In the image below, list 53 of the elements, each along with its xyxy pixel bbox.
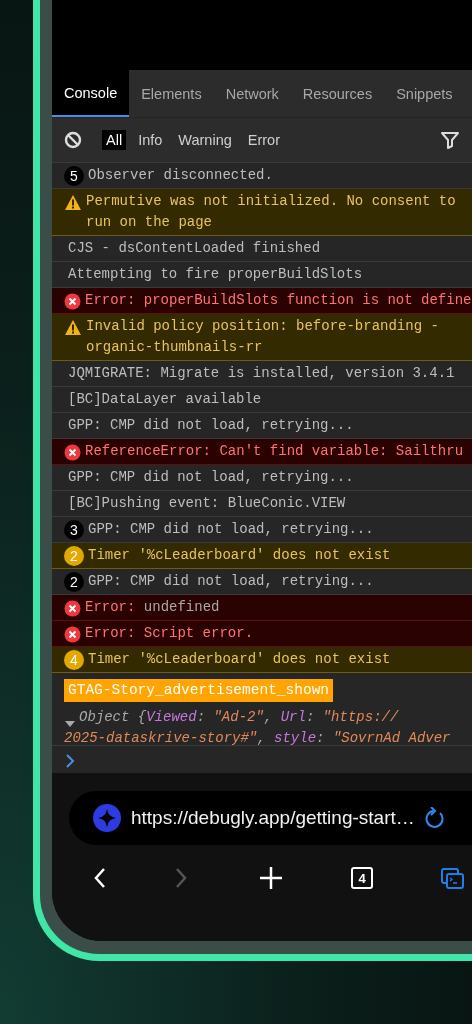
message-text: GPP: CMP did not load, retrying... [68,416,354,435]
address-bar[interactable]: https://debugly.app/getting-start… [69,791,472,845]
message-text: GPP: CMP did not load, retrying... [88,520,374,539]
plus-icon[interactable] [260,867,282,889]
filter-option[interactable]: Info [134,130,167,150]
prompt-chevron-icon [65,753,75,769]
message-text: CJS - dsContentLoaded finished [68,239,321,258]
error-icon [64,444,81,461]
devtools-tab[interactable]: Console [52,70,130,117]
error-icon [64,293,81,310]
error-icon [64,600,81,617]
message-text: GPP: CMP did not load, retrying... [68,468,354,487]
message-text: [BC]Pushing event: BlueConic.VIEW [68,494,346,513]
message-text: Timer '%cLeaderboard' does not exist [88,546,392,565]
back-icon[interactable] [93,867,107,889]
terminal-windows-icon[interactable] [440,867,464,889]
message-text: [BC]DataLayer available [68,390,262,409]
count-badge: 2 [64,546,84,566]
count-badge: 2 [64,572,84,592]
reload-icon[interactable] [424,807,445,829]
devtools-tab[interactable]: Snippets [384,70,465,117]
count-badge: 3 [64,520,84,540]
filter-option[interactable]: Warning [174,130,236,150]
message-text: Invalid policy position: before-branding - organic-thumbnails-rr [86,317,440,357]
filter-icon[interactable] [441,130,459,150]
message-text: Observer disconnected. [88,166,273,185]
message-text: Attempting to fire properBuildSlots [68,265,363,284]
warning-icon [64,194,82,211]
devtools-tab[interactable]: Elements [129,70,214,117]
disclosure-triangle-icon[interactable] [64,720,76,728]
devtools-tab[interactable]: Resources [290,70,385,117]
count-badge: 5 [64,166,84,186]
tabs-button[interactable]: 4 [330,856,394,900]
message-text: Error: undefined [85,598,220,617]
message-text: GPP: CMP did not load, retrying... [88,572,374,591]
object-preview-line: 2025-dataskrive-story#", style: "SovrnAd Adver [64,729,451,748]
message-text: Timer '%cLeaderboard' does not exist [88,650,392,669]
warning-icon [64,319,82,336]
message-text: ReferenceError: Can't find variable: Sailthru [85,442,464,461]
clear-console-icon[interactable] [64,131,82,149]
error-icon [64,626,81,643]
url-text: https://debugly.app/getting-start… [131,807,415,829]
count-badge: 4 [64,650,84,670]
message-text: Error: properBuildSlots function is not define [85,291,472,310]
message-text: Permutive was not initialized. No consent to run on the page [86,192,457,232]
message-text: Error: Script error. [85,624,254,643]
filter-option[interactable]: Error [243,130,284,150]
devtools-tab[interactable]: Network [213,70,291,117]
event-label: GTAG-Story_advertisement_shown [64,679,334,702]
message-text: JQMIGRATE: Migrate is installed, version 3.4.1 [68,364,455,383]
site-favicon-icon [93,804,121,832]
filter-option[interactable]: All [102,130,127,150]
object-preview-line: Object {Viewed: "Ad-2", Url: "https:// [79,708,400,727]
